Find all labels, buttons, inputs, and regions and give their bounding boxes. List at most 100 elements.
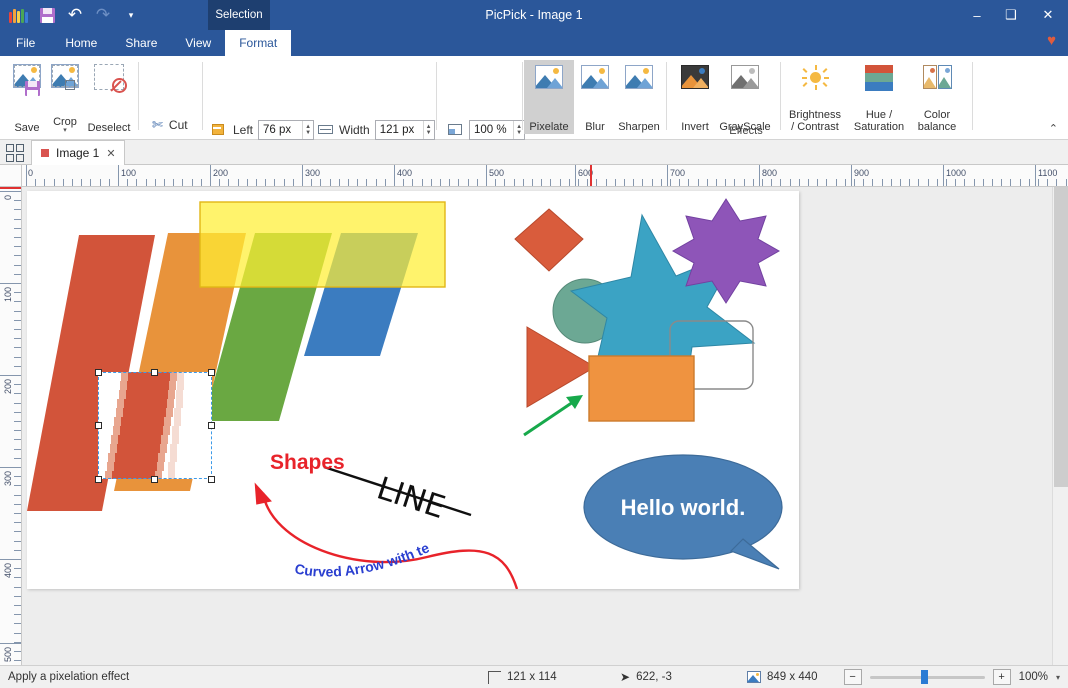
selection-handle-sw[interactable] [95,476,102,483]
vruler-label-100: 100 [3,287,13,302]
hruler-label-0: 0 [28,168,33,178]
tab-share[interactable]: Share [111,30,171,56]
canvas-text-hello-world: Hello world. [621,495,746,520]
vruler-label-400: 400 [3,563,13,578]
save-icon[interactable] [34,2,60,28]
app-logo-icon[interactable] [6,2,32,28]
effect-sharpen-button[interactable]: Sharpen [614,60,664,134]
canvas-text-shapes: Shapes [270,451,345,474]
deselect-button[interactable]: Deselect [86,60,132,134]
document-tab-image-1[interactable]: Image 1 ✕ [31,140,125,165]
selection-marquee[interactable] [98,372,212,479]
zoom-dropdown-icon[interactable]: ▾ [1056,673,1060,682]
cursor-ruler-marker [590,165,592,186]
title-bar: ↶ ↷ ▾ PicPick - Image 1 – ❑ ✕ [0,0,1068,30]
heart-icon[interactable]: ♥ [1047,32,1056,49]
effect-grayscale-button[interactable]: GrayScale [716,60,774,134]
effects-group-label: Effects [524,125,968,137]
width-input[interactable]: ▲▼ [375,120,435,140]
ruler-corner [0,165,22,187]
tab-file[interactable]: File [0,30,51,56]
zoom-controls: − + 100% ▾ [844,669,1060,685]
selection-handle-ne[interactable] [208,369,215,376]
status-hint: Apply a pixelation effect [8,671,129,683]
zoom-out-button[interactable]: − [844,669,862,685]
document-tab-label: Image 1 [56,146,99,160]
tab-view[interactable]: View [171,30,225,56]
effect-blur-button[interactable]: Blur [570,60,620,134]
left-label: Left [233,123,253,137]
close-icon[interactable]: ✕ [106,147,115,160]
canvas-area[interactable]: LINE Shapes Curved Arrow with text Hello… [22,187,1068,665]
pixelate-icon [535,65,563,89]
crop-dropdown-icon[interactable]: ▾ [63,128,67,134]
status-image-size: 849 x 440 [747,671,818,683]
quick-access-more-icon[interactable]: ▾ [118,2,144,28]
modified-indicator-icon [41,149,49,157]
selection-handle-w[interactable] [95,422,102,429]
hruler-label-100: 100 [121,168,136,178]
status-cursor-position: ➤ 622, -3 [620,670,672,684]
zoom-slider-knob[interactable] [921,670,928,684]
window-title: PicPick - Image 1 [0,0,1068,30]
vruler-label-0: 0 [3,195,13,200]
selection-size-icon [488,671,501,684]
vruler-label-200: 200 [3,379,13,394]
minimize-button[interactable]: – [960,0,994,30]
zoom-in-button[interactable]: + [993,669,1011,685]
width-spinner[interactable]: ▲▼ [423,121,434,139]
selection-handle-nw[interactable] [95,369,102,376]
thumbnail-grid-icon[interactable] [6,144,24,162]
crop-button[interactable]: Crop ▾ [42,60,88,134]
scale-input[interactable]: ▲▼ [469,120,525,140]
selection-handle-s[interactable] [151,476,158,483]
scale-field-row: ▲▼ [448,120,525,140]
hruler-label-1100: 1100 [1038,168,1057,178]
selection-handle-e[interactable] [208,422,215,429]
contextual-tab-group-selection: Selection [208,0,270,30]
canvas-vertical-scrollbar[interactable] [1052,187,1068,665]
left-input-field[interactable] [259,121,302,139]
hruler-label-200: 200 [213,168,228,178]
ribbon-tabs: File Home Share View Format [0,30,291,56]
effect-hue-saturation-button[interactable]: Hue / Saturation [850,60,908,134]
ribbon-collapse-icon[interactable]: ⌃ [1049,122,1058,135]
cut-button[interactable]: ✄ Cut [148,114,192,136]
shape-yellow-highlight [200,202,445,287]
undo-icon[interactable]: ↶ [62,2,88,28]
selection-handle-se[interactable] [208,476,215,483]
image-canvas[interactable]: LINE Shapes Curved Arrow with text Hello… [27,191,799,589]
width-input-field[interactable] [376,121,423,139]
zoom-level-value: 100% [1019,671,1048,683]
left-input[interactable]: ▲▼ [258,120,314,140]
tab-format[interactable]: Format [225,30,291,56]
ribbon: Save Crop ▾ Deselect ✄ [0,56,1068,140]
hruler-label-900: 900 [854,168,869,178]
image-size-value: 849 x 440 [767,671,818,683]
effect-invert-button[interactable]: Invert [670,60,720,134]
scale-input-field[interactable] [470,121,513,139]
selection-handle-n[interactable] [151,369,158,376]
zoom-slider[interactable] [870,669,985,685]
crop-icon [51,64,79,98]
effect-brightness-contrast-button[interactable]: Brightness / Contrast [786,60,844,134]
maximize-button[interactable]: ❑ [994,0,1028,30]
shape-orange-rectangle [589,356,694,421]
scrollbar-thumb[interactable] [1054,187,1068,487]
effect-color-balance-button[interactable]: Color balance [908,60,966,134]
effect-pixelate-button[interactable]: Pixelate [524,60,574,134]
canvas-text-line: LINE [373,470,450,526]
color-balance-icon [923,65,952,89]
grayscale-icon [731,65,759,89]
redo-icon[interactable]: ↷ [90,2,116,28]
brightness-sun-icon [801,65,829,89]
left-spinner[interactable]: ▲▼ [302,121,313,139]
tab-home[interactable]: Home [51,30,111,56]
selection-size-value: 121 x 114 [507,671,557,683]
hruler-label-400: 400 [397,168,412,178]
window-controls: – ❑ ✕ [960,0,1068,30]
status-bar: Apply a pixelation effect 121 x 114 ➤ 62… [0,665,1068,688]
shape-red-diamond [515,209,583,271]
vruler-label-500: 500 [3,647,13,662]
close-button[interactable]: ✕ [1028,0,1068,30]
